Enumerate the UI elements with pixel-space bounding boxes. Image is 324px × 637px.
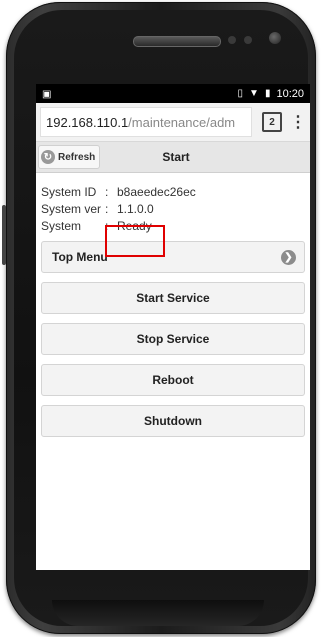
url-field[interactable]: 192.168.110.1/maintenance/adm xyxy=(40,107,252,137)
phone-sensor-dot xyxy=(244,36,252,44)
top-menu-label: Top Menu xyxy=(52,250,108,264)
overflow-menu-icon[interactable]: ⋮ xyxy=(290,112,306,132)
refresh-icon: ↻ xyxy=(41,150,55,164)
phone-side-button xyxy=(2,205,6,265)
info-value: 1.1.0.0 xyxy=(117,201,154,216)
highlight-box xyxy=(105,225,165,257)
status-time: 10:20 xyxy=(276,87,304,100)
refresh-label: Refresh xyxy=(58,151,96,163)
info-value: b8aeedec26ec xyxy=(117,184,196,199)
phone-sensor-dot xyxy=(228,36,236,44)
info-separator: : xyxy=(105,184,109,199)
start-service-button[interactable]: Start Service xyxy=(41,282,305,314)
info-label: System xyxy=(41,218,82,233)
stop-service-button[interactable]: Stop Service xyxy=(41,323,305,355)
chevron-right-icon: ❯ xyxy=(281,250,296,265)
info-row-system-ver: System ver : 1.1.0.0 xyxy=(41,200,305,217)
phone-chin xyxy=(52,600,264,626)
battery-icon: ▮ xyxy=(264,87,271,99)
reboot-button[interactable]: Reboot xyxy=(41,364,305,396)
status-bar: ▣ ▯ ▼ ▮ 10:20 xyxy=(36,84,310,103)
info-label: System ID xyxy=(41,184,97,199)
phone-camera xyxy=(269,32,281,44)
url-path: /maintenance/adm xyxy=(128,114,236,130)
info-row-system-id: System ID : b8aeedec26ec xyxy=(41,183,305,200)
info-row-system-status: System : Ready xyxy=(41,217,305,234)
phone-speaker xyxy=(133,36,221,47)
notification-icon: ▣ xyxy=(42,88,52,100)
top-menu-button[interactable]: Top Menu ❯ xyxy=(41,241,305,273)
phone-screen: ▣ ▯ ▼ ▮ 10:20 192.168.110.1/maintenance/… xyxy=(36,84,310,570)
wifi-icon: ▼ xyxy=(249,87,259,99)
vibrate-icon: ▯ xyxy=(237,87,244,99)
info-label: System ver xyxy=(41,201,102,216)
shutdown-button[interactable]: Shutdown xyxy=(41,405,305,437)
url-host: 192.168.110.1 xyxy=(46,114,129,130)
main-content: System ID : b8aeedec26ec System ver : 1.… xyxy=(36,183,310,437)
browser-toolbar: 192.168.110.1/maintenance/adm 2 ⋮ xyxy=(36,103,310,142)
refresh-button[interactable]: ↻ Refresh xyxy=(38,145,100,169)
system-info: System ID : b8aeedec26ec System ver : 1.… xyxy=(41,183,305,234)
info-separator: : xyxy=(105,201,109,216)
page-header: ↻ Refresh Start xyxy=(36,142,310,173)
tab-switcher-button[interactable]: 2 xyxy=(262,112,282,132)
